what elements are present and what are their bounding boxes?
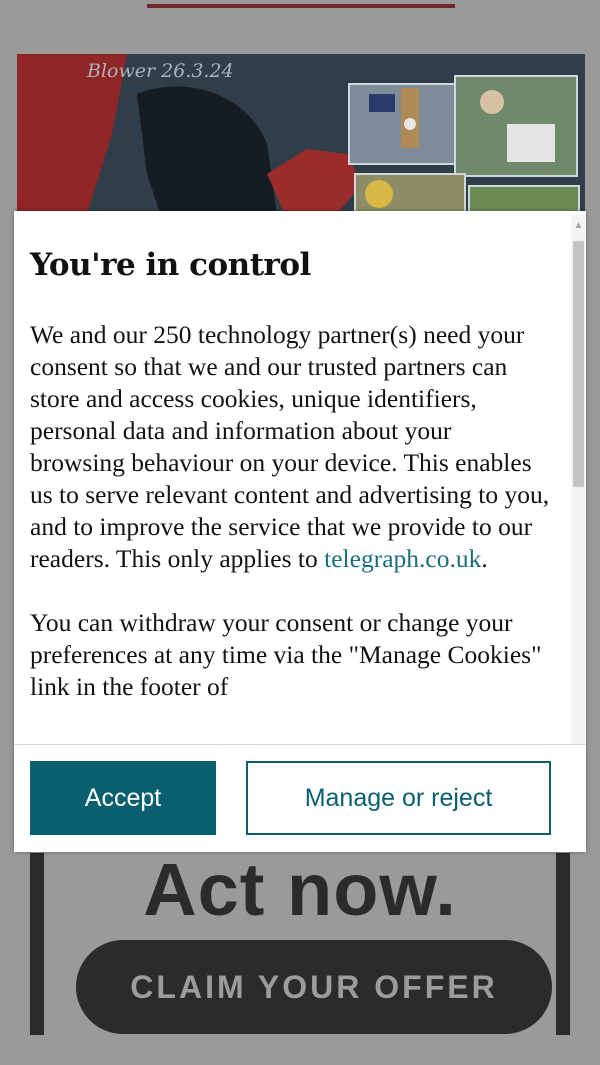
cartoon-signature: Blower 26.3.24 bbox=[87, 60, 234, 82]
consent-modal: You're in control We and our 250 technol… bbox=[14, 211, 586, 852]
promo-box: Act now. CLAIM YOUR OFFER bbox=[30, 848, 570, 1035]
scroll-up-icon[interactable]: ▲ bbox=[571, 221, 586, 231]
consent-title: You're in control bbox=[30, 247, 311, 283]
telegraph-link[interactable]: telegraph.co.uk bbox=[324, 544, 481, 573]
consent-paragraph-1: We and our 250 technology partner(s) nee… bbox=[30, 319, 550, 575]
consent-paragraph-1-end: . bbox=[481, 544, 488, 573]
consent-footer: Accept Manage or reject bbox=[14, 744, 586, 852]
manage-or-reject-button[interactable]: Manage or reject bbox=[246, 761, 551, 835]
consent-paragraph-2: You can withdraw your consent or change … bbox=[30, 608, 542, 701]
promo-headline: Act now. bbox=[143, 848, 457, 931]
consent-paragraph-1-text: We and our 250 technology partner(s) nee… bbox=[30, 320, 550, 573]
accept-button[interactable]: Accept bbox=[30, 761, 216, 835]
consent-scroll-area[interactable]: You're in control We and our 250 technol… bbox=[14, 211, 571, 744]
scrollbar-thumb[interactable] bbox=[573, 241, 584, 487]
claim-offer-button[interactable]: CLAIM YOUR OFFER bbox=[76, 940, 552, 1034]
consent-scrollbar[interactable]: ▲ bbox=[571, 215, 586, 744]
header-rule bbox=[147, 4, 455, 8]
consent-body: We and our 250 technology partner(s) nee… bbox=[30, 319, 550, 735]
